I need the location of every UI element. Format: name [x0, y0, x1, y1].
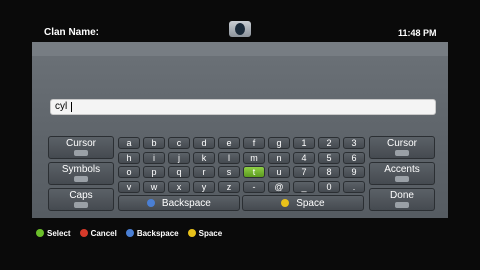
- clock: 11:48 PM: [398, 28, 437, 38]
- key-b[interactable]: b: [143, 137, 165, 149]
- left-symbols-key[interactable]: Symbols: [48, 162, 114, 185]
- side-key-label: Done: [390, 190, 414, 201]
- header-title: Clan Name:: [44, 27, 100, 38]
- backspace-label: Backspace: [161, 198, 211, 209]
- key-j[interactable]: j: [168, 151, 190, 164]
- key-l[interactable]: l: [218, 151, 240, 164]
- y-button-icon: [281, 199, 290, 208]
- input-text: cyl: [55, 101, 68, 112]
- clan-name-input[interactable]: cyl: [50, 99, 436, 115]
- key-y[interactable]: y: [193, 180, 215, 193]
- right-cursor-key[interactable]: Cursor: [369, 136, 435, 159]
- legend-select: Select: [36, 229, 71, 238]
- legend-label: Select: [47, 229, 71, 238]
- x-button-icon: [147, 199, 156, 208]
- legend-backspace: Backspace: [125, 229, 179, 238]
- controller-button-icon: [187, 229, 196, 237]
- key-9[interactable]: 9: [343, 166, 365, 178]
- key-4[interactable]: 4: [293, 151, 315, 164]
- left-caps-key[interactable]: Caps: [48, 188, 114, 211]
- key-u[interactable]: u: [268, 166, 290, 178]
- key-q[interactable]: q: [168, 166, 190, 178]
- left-cursor-key[interactable]: Cursor: [48, 136, 114, 159]
- key-6[interactable]: 6: [343, 151, 365, 164]
- key-p[interactable]: p: [143, 166, 165, 178]
- text-caret: [71, 102, 72, 112]
- key-3[interactable]: 3: [343, 137, 365, 149]
- right-accents-key[interactable]: Accents: [369, 162, 435, 185]
- key-underscore[interactable]: _: [293, 180, 315, 193]
- key-1[interactable]: 1: [293, 137, 315, 149]
- space-key[interactable]: Space: [242, 195, 364, 211]
- side-key-label: Accents: [384, 164, 420, 175]
- gamerpic-icon: [229, 21, 251, 37]
- rb-icon: [395, 150, 409, 156]
- key-5[interactable]: 5: [318, 151, 340, 164]
- key-x[interactable]: x: [168, 180, 190, 193]
- space-label: Space: [296, 198, 325, 209]
- start-icon: [395, 202, 409, 208]
- legend-label: Backspace: [136, 229, 179, 238]
- key-2[interactable]: 2: [318, 137, 340, 149]
- legend-label: Cancel: [90, 229, 117, 238]
- ls-icon: [74, 176, 88, 182]
- key-h[interactable]: h: [118, 151, 140, 164]
- key-i[interactable]: i: [143, 151, 165, 164]
- key-g[interactable]: g: [268, 137, 290, 149]
- key-e[interactable]: e: [218, 137, 240, 149]
- controller-button-icon: [36, 229, 44, 237]
- legend-label: Space: [198, 229, 223, 238]
- legend-cancel: Cancel: [79, 229, 117, 238]
- key-d[interactable]: d: [193, 137, 215, 149]
- side-key-label: Symbols: [61, 164, 101, 175]
- lb-icon: [74, 150, 88, 156]
- key-8[interactable]: 8: [318, 166, 340, 178]
- legend-space: Space: [187, 229, 223, 238]
- key-r[interactable]: r: [193, 166, 215, 178]
- key-f[interactable]: f: [243, 137, 265, 149]
- key-t[interactable]: t: [243, 166, 265, 178]
- controller-legend: Select Cancel Backspace Space: [36, 229, 231, 238]
- key-m[interactable]: m: [243, 151, 265, 164]
- controller-button-icon: [79, 229, 88, 237]
- key-s[interactable]: s: [218, 166, 240, 178]
- rs-icon: [395, 176, 409, 182]
- key-dash[interactable]: -: [243, 180, 265, 193]
- side-key-label: Cursor: [386, 138, 417, 149]
- key-at[interactable]: @: [268, 180, 290, 193]
- key-z[interactable]: z: [218, 180, 240, 193]
- key-w[interactable]: w: [143, 180, 165, 193]
- panel-top-strip: [32, 42, 448, 56]
- side-key-label: Caps: [69, 190, 93, 201]
- key-0[interactable]: 0: [318, 180, 340, 193]
- key-c[interactable]: c: [168, 137, 190, 149]
- backspace-key[interactable]: Backspace: [118, 195, 240, 211]
- side-key-label: Cursor: [65, 138, 96, 149]
- key-7[interactable]: 7: [293, 166, 315, 178]
- key-o[interactable]: o: [118, 166, 140, 178]
- key-a[interactable]: a: [118, 137, 140, 149]
- right-done-key[interactable]: Done: [369, 188, 435, 211]
- key-period[interactable]: .: [343, 180, 365, 193]
- key-v[interactable]: v: [118, 180, 140, 193]
- lt-icon: [74, 202, 88, 208]
- controller-button-icon: [125, 229, 134, 237]
- key-n[interactable]: n: [268, 151, 290, 164]
- key-k[interactable]: k: [193, 151, 215, 164]
